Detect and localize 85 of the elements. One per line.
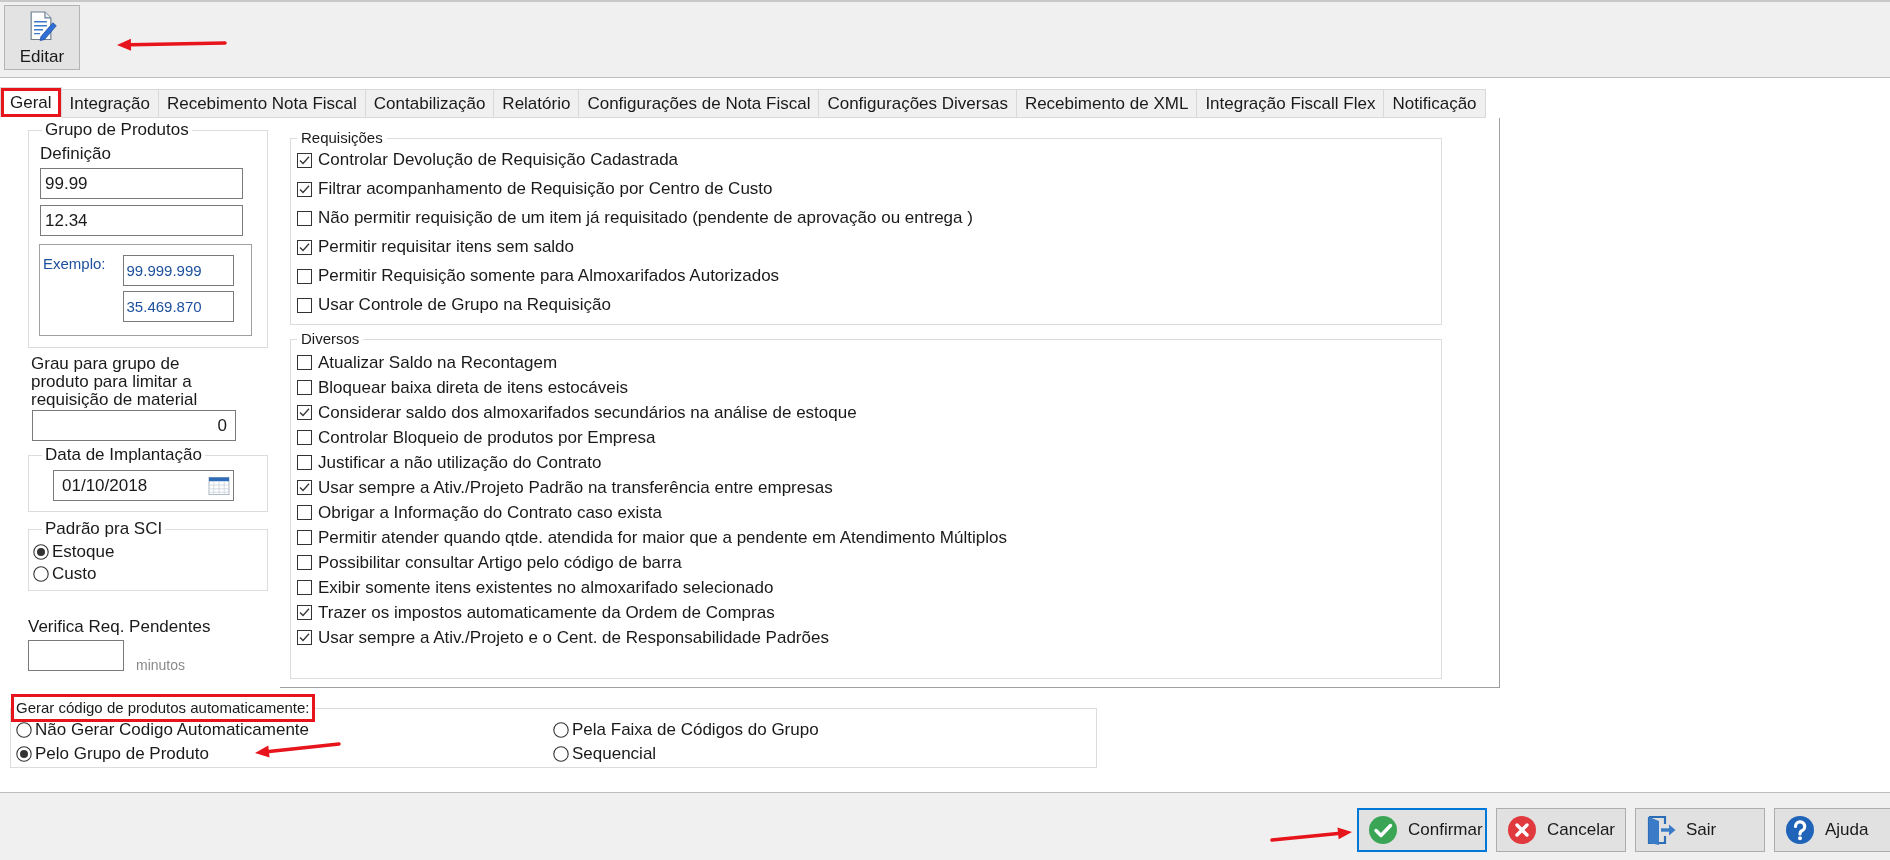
- checkbox[interactable]: [297, 430, 312, 445]
- tab[interactable]: Configurações Diversas: [818, 89, 1017, 118]
- checkbox[interactable]: [297, 455, 312, 470]
- radio-label: Pela Faixa de Códigos do Grupo: [572, 719, 819, 742]
- group-title: Padrão pra SCI: [44, 520, 164, 538]
- help-button[interactable]: Ajuda: [1774, 808, 1890, 852]
- calendar-icon[interactable]: [208, 475, 230, 496]
- field-label: Definição: [40, 145, 111, 163]
- checkbox-label: Trazer os impostos automaticamente da Ordem de Compras: [318, 601, 775, 624]
- exit-door-icon: [1646, 815, 1676, 845]
- checkbox-label: Possibilitar consultar Artigo pelo código de barra: [318, 551, 682, 574]
- checkbox[interactable]: [297, 630, 312, 645]
- checkbox[interactable]: [297, 181, 312, 197]
- checkbox-label: Usar sempre a Ativ./Projeto Padrão na transferência entre empresas: [318, 476, 833, 499]
- example-label: Exemplo:: [43, 255, 106, 273]
- group-title: Diversos: [300, 330, 361, 348]
- group-title: Data de Implantação: [44, 446, 203, 464]
- group-title: Gerar código de produtos automaticamente:: [11, 694, 315, 722]
- radio-button[interactable]: [16, 722, 32, 738]
- radio-button[interactable]: [553, 722, 569, 738]
- check-circle-icon: [1368, 815, 1398, 845]
- tab[interactable]: Relatório: [493, 89, 580, 118]
- checkbox[interactable]: [297, 380, 312, 395]
- checkbox[interactable]: [297, 297, 312, 313]
- checkbox[interactable]: [297, 530, 312, 545]
- radio-label: Estoque: [52, 543, 115, 561]
- radio-button[interactable]: [33, 566, 49, 582]
- edit-button[interactable]: Editar: [4, 5, 80, 70]
- checkbox[interactable]: [297, 268, 312, 284]
- radio-label: Não Gerar Codigo Automaticamente: [35, 719, 310, 742]
- checkbox[interactable]: [297, 580, 312, 595]
- checkbox[interactable]: [297, 210, 312, 226]
- text-field[interactable]: 35.469.870: [122, 291, 234, 322]
- checkbox-label: Bloquear baixa direta de itens estocáveis: [318, 376, 628, 399]
- field-label: Grau para grupo de produto para limitar a requisição de material: [31, 355, 199, 409]
- checkbox[interactable]: [297, 480, 312, 495]
- checkbox-label: Controlar Bloqueio de produtos por Empresa: [318, 426, 656, 449]
- radio-label: Pelo Grupo de Produto: [35, 743, 209, 766]
- number-field[interactable]: [28, 640, 124, 671]
- tab[interactable]: Integração: [60, 89, 159, 118]
- cancel-button[interactable]: Cancelar: [1496, 808, 1626, 852]
- exit-button[interactable]: Sair: [1635, 808, 1765, 852]
- checkbox[interactable]: [297, 555, 312, 570]
- checkbox-label: Usar Controle de Grupo na Requisição: [318, 294, 611, 317]
- radio-button[interactable]: [553, 746, 569, 762]
- radio-label: Custo: [52, 565, 97, 583]
- checkbox-label: Permitir requisitar itens sem saldo: [318, 236, 575, 259]
- tab[interactable]: Recebimento Nota Fiscal: [157, 89, 366, 118]
- radio-label: Sequencial: [572, 743, 657, 766]
- field-label: Verifica Req. Pendentes: [28, 618, 211, 636]
- checkbox-label: Permitir atender quando qtde. atendida for maior que a pendente em Atendimento Múltiplos: [318, 526, 1007, 549]
- tab[interactable]: Notificação: [1383, 89, 1486, 118]
- checkbox-label: Filtrar acompanhamento de Requisição por Centro de Custo: [318, 178, 773, 201]
- number-field[interactable]: 0: [32, 410, 236, 441]
- group-title: Grupo de Produtos: [44, 121, 190, 139]
- group-title: Requisições: [300, 129, 384, 147]
- checkbox[interactable]: [297, 605, 312, 620]
- tab[interactable]: Integração Fiscall Flex: [1196, 89, 1385, 118]
- tab[interactable]: Recebimento de XML: [1015, 89, 1198, 118]
- date-field[interactable]: 01/10/2018: [53, 470, 234, 501]
- checkbox[interactable]: [297, 152, 312, 168]
- checkbox-label: Considerar saldo dos almoxarifados secundários na análise de estoque: [318, 401, 857, 424]
- checkbox[interactable]: [297, 239, 312, 255]
- tab[interactable]: Configurações de Nota Fiscal: [578, 89, 820, 118]
- tab[interactable]: Geral: [0, 87, 62, 118]
- checkbox-label: Exibir somente itens existentes no almoxarifado selecionado: [318, 576, 774, 599]
- checkbox-label: Atualizar Saldo na Recontagem: [318, 351, 558, 374]
- checkbox-label: Obrigar a Informação do Contrato caso exista: [318, 501, 662, 524]
- help-icon: [1785, 815, 1815, 845]
- text-field[interactable]: 99.99: [40, 168, 243, 199]
- x-circle-icon: [1507, 815, 1537, 845]
- checkbox[interactable]: [297, 405, 312, 420]
- checkbox-label: Justificar a não utilização do Contrato: [318, 451, 602, 474]
- checkbox-label: Controlar Devolução de Requisição Cadastrada: [318, 149, 679, 172]
- checkbox[interactable]: [297, 505, 312, 520]
- text-field[interactable]: 12.34: [40, 205, 243, 236]
- radio-button[interactable]: [16, 746, 32, 762]
- radio-button[interactable]: [33, 544, 49, 560]
- checkbox-label: Usar sempre a Ativ./Projeto e o Cent. de Responsabilidade Padrões: [318, 626, 829, 649]
- text-field[interactable]: 99.999.999: [122, 255, 234, 286]
- checkbox[interactable]: [297, 355, 312, 370]
- unit-label: minutos: [136, 657, 186, 673]
- checkbox-label: Permitir Requisição somente para Almoxarifados Autorizados: [318, 265, 780, 288]
- checkbox-label: Não permitir requisição de um item já requisitado (pendente de aprovação ou entrega ): [318, 207, 973, 230]
- tab[interactable]: Contabilização: [364, 89, 495, 118]
